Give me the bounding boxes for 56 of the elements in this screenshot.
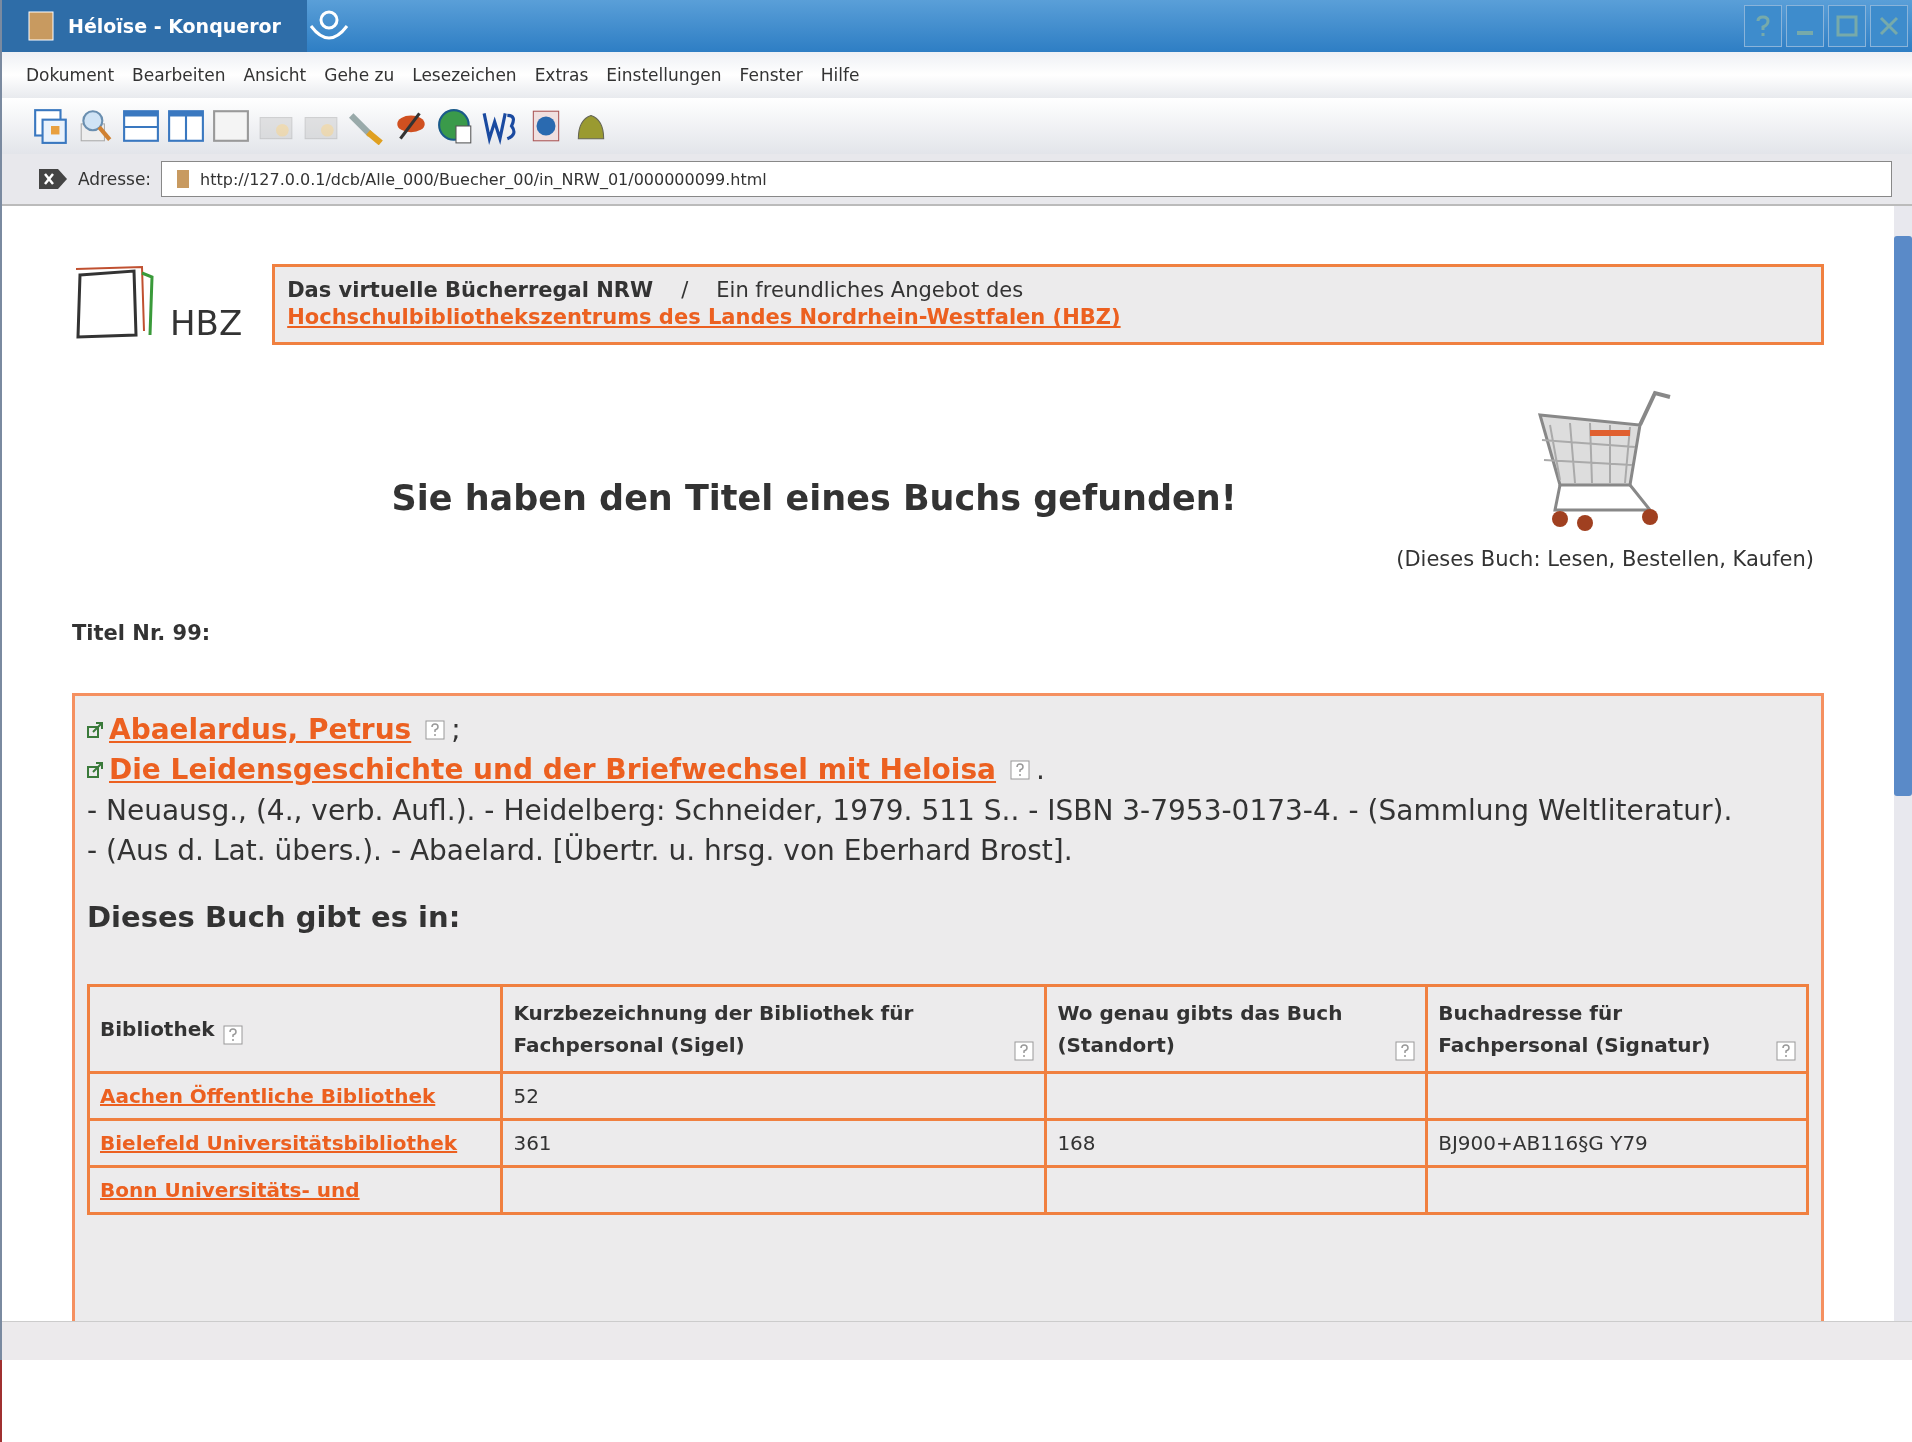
minimize-button[interactable]	[1786, 5, 1824, 47]
punctuation: ;	[451, 711, 461, 748]
menu-item[interactable]: Dokument	[26, 65, 115, 85]
menu-item[interactable]: Gehe zu	[324, 65, 395, 85]
offer-text: Ein freundliches Angebot des	[716, 278, 1024, 302]
menu-item[interactable]: Bearbeiten	[132, 65, 226, 85]
table-cell: 168	[1057, 1130, 1096, 1155]
menu-item[interactable]: Ansicht	[243, 65, 307, 85]
help-icon[interactable]	[1776, 1040, 1796, 1061]
table-cell: 361	[513, 1130, 552, 1155]
question-icon	[1755, 15, 1771, 37]
title-number: Titel Nr. 99:	[72, 620, 212, 645]
menu-item[interactable]: Einstellungen	[606, 65, 722, 85]
blank-icon[interactable]	[212, 107, 250, 145]
record-detail: - Neuausg., (4., verb. Aufl.). - Heidelberg: Schneider, 1979. 511 S.. - ISBN 3-7953-0173-4. - (Sammlung Weltliteratur).	[87, 792, 1733, 829]
record-detail: - (Aus d. Lat. übers.). - Abaelard. [Übertr. u. hrsg. von Eberhard Brost].	[87, 832, 1073, 870]
menu-item[interactable]: Extras	[534, 65, 589, 85]
table-cell: BJ900+AB116§G Y79	[1438, 1130, 1648, 1155]
logo-text: HBZ	[170, 303, 243, 344]
external-link-icon	[87, 762, 103, 779]
punctuation: .	[1036, 752, 1045, 789]
help-icon[interactable]	[1395, 1040, 1416, 1061]
page-heading: Sie haben den Titel eines Buchs gefunden!	[390, 477, 1238, 518]
availability-heading: Dieses Buch gibt es in:	[87, 899, 462, 934]
address-field[interactable]: http://127.0.0.1/dcb/Alle_000/Buecher_00/in_NRW_01/000000099.html	[161, 161, 1892, 197]
menu-item[interactable]: Hilfe	[820, 65, 860, 85]
menu-item[interactable]: Fenster	[739, 65, 803, 85]
split-v-icon[interactable]	[167, 107, 205, 145]
minimize-icon	[1797, 31, 1813, 35]
window-title: Héloïse - Konqueror	[68, 15, 281, 37]
column-header: Buchadresse für Fachpersonal (Signatur)	[1438, 999, 1712, 1059]
external-link-icon	[87, 721, 103, 738]
help-icon[interactable]	[425, 719, 446, 740]
address-label: Adresse:	[78, 169, 152, 189]
column-header: Bibliothek	[100, 1015, 215, 1043]
help-icon[interactable]	[1010, 760, 1030, 781]
book-icon	[28, 11, 54, 41]
scrollbar[interactable]	[1894, 206, 1912, 1321]
close-button[interactable]	[1870, 5, 1908, 47]
column-header: Kurzbezeichnung der Bibliothek für Fachpersonal (Sigel)	[513, 999, 915, 1059]
frames-icon[interactable]	[32, 107, 70, 145]
column-header: Wo genau gibts das Buch (Standort)	[1057, 999, 1344, 1059]
table-cell: 52	[513, 1083, 539, 1108]
maximize-icon	[1836, 15, 1858, 37]
page-icon	[176, 169, 191, 189]
help-icon[interactable]	[222, 1024, 243, 1045]
clear-icon[interactable]	[38, 168, 68, 190]
help-icon[interactable]	[1014, 1040, 1035, 1061]
separator: /	[681, 278, 689, 302]
split-h-icon[interactable]	[122, 107, 160, 145]
close-icon	[1879, 16, 1899, 36]
menu-item[interactable]: Lesezeichen	[412, 65, 517, 85]
site-name: Das virtuelle Bücherregal NRW	[287, 278, 654, 302]
cart-caption: (Dieses Buch: Lesen, Bestellen, Kaufen)	[1396, 546, 1814, 571]
maximize-button[interactable]	[1828, 5, 1866, 47]
help-button[interactable]	[1744, 5, 1782, 47]
